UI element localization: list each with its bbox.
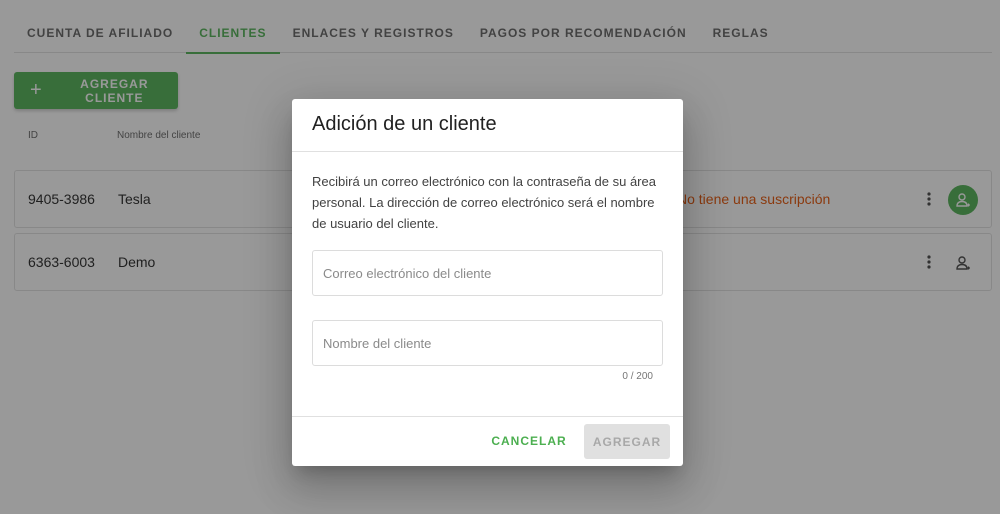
dialog-divider [292,416,683,417]
client-email-field[interactable] [312,250,663,296]
character-counter: 0 / 200 [622,371,653,382]
add-button[interactable]: AGREGAR [584,424,670,459]
add-client-dialog: Adición de un cliente Recibirá un correo… [292,99,683,466]
client-name-input[interactable] [313,321,662,365]
client-email-input[interactable] [313,251,662,295]
client-name-field[interactable] [312,320,663,366]
dialog-divider [292,151,683,152]
dialog-description: Recibirá un correo electrónico con la co… [312,174,656,231]
dialog-title: Adición de un cliente [312,113,497,135]
cancel-button[interactable]: CANCELAR [489,425,569,457]
